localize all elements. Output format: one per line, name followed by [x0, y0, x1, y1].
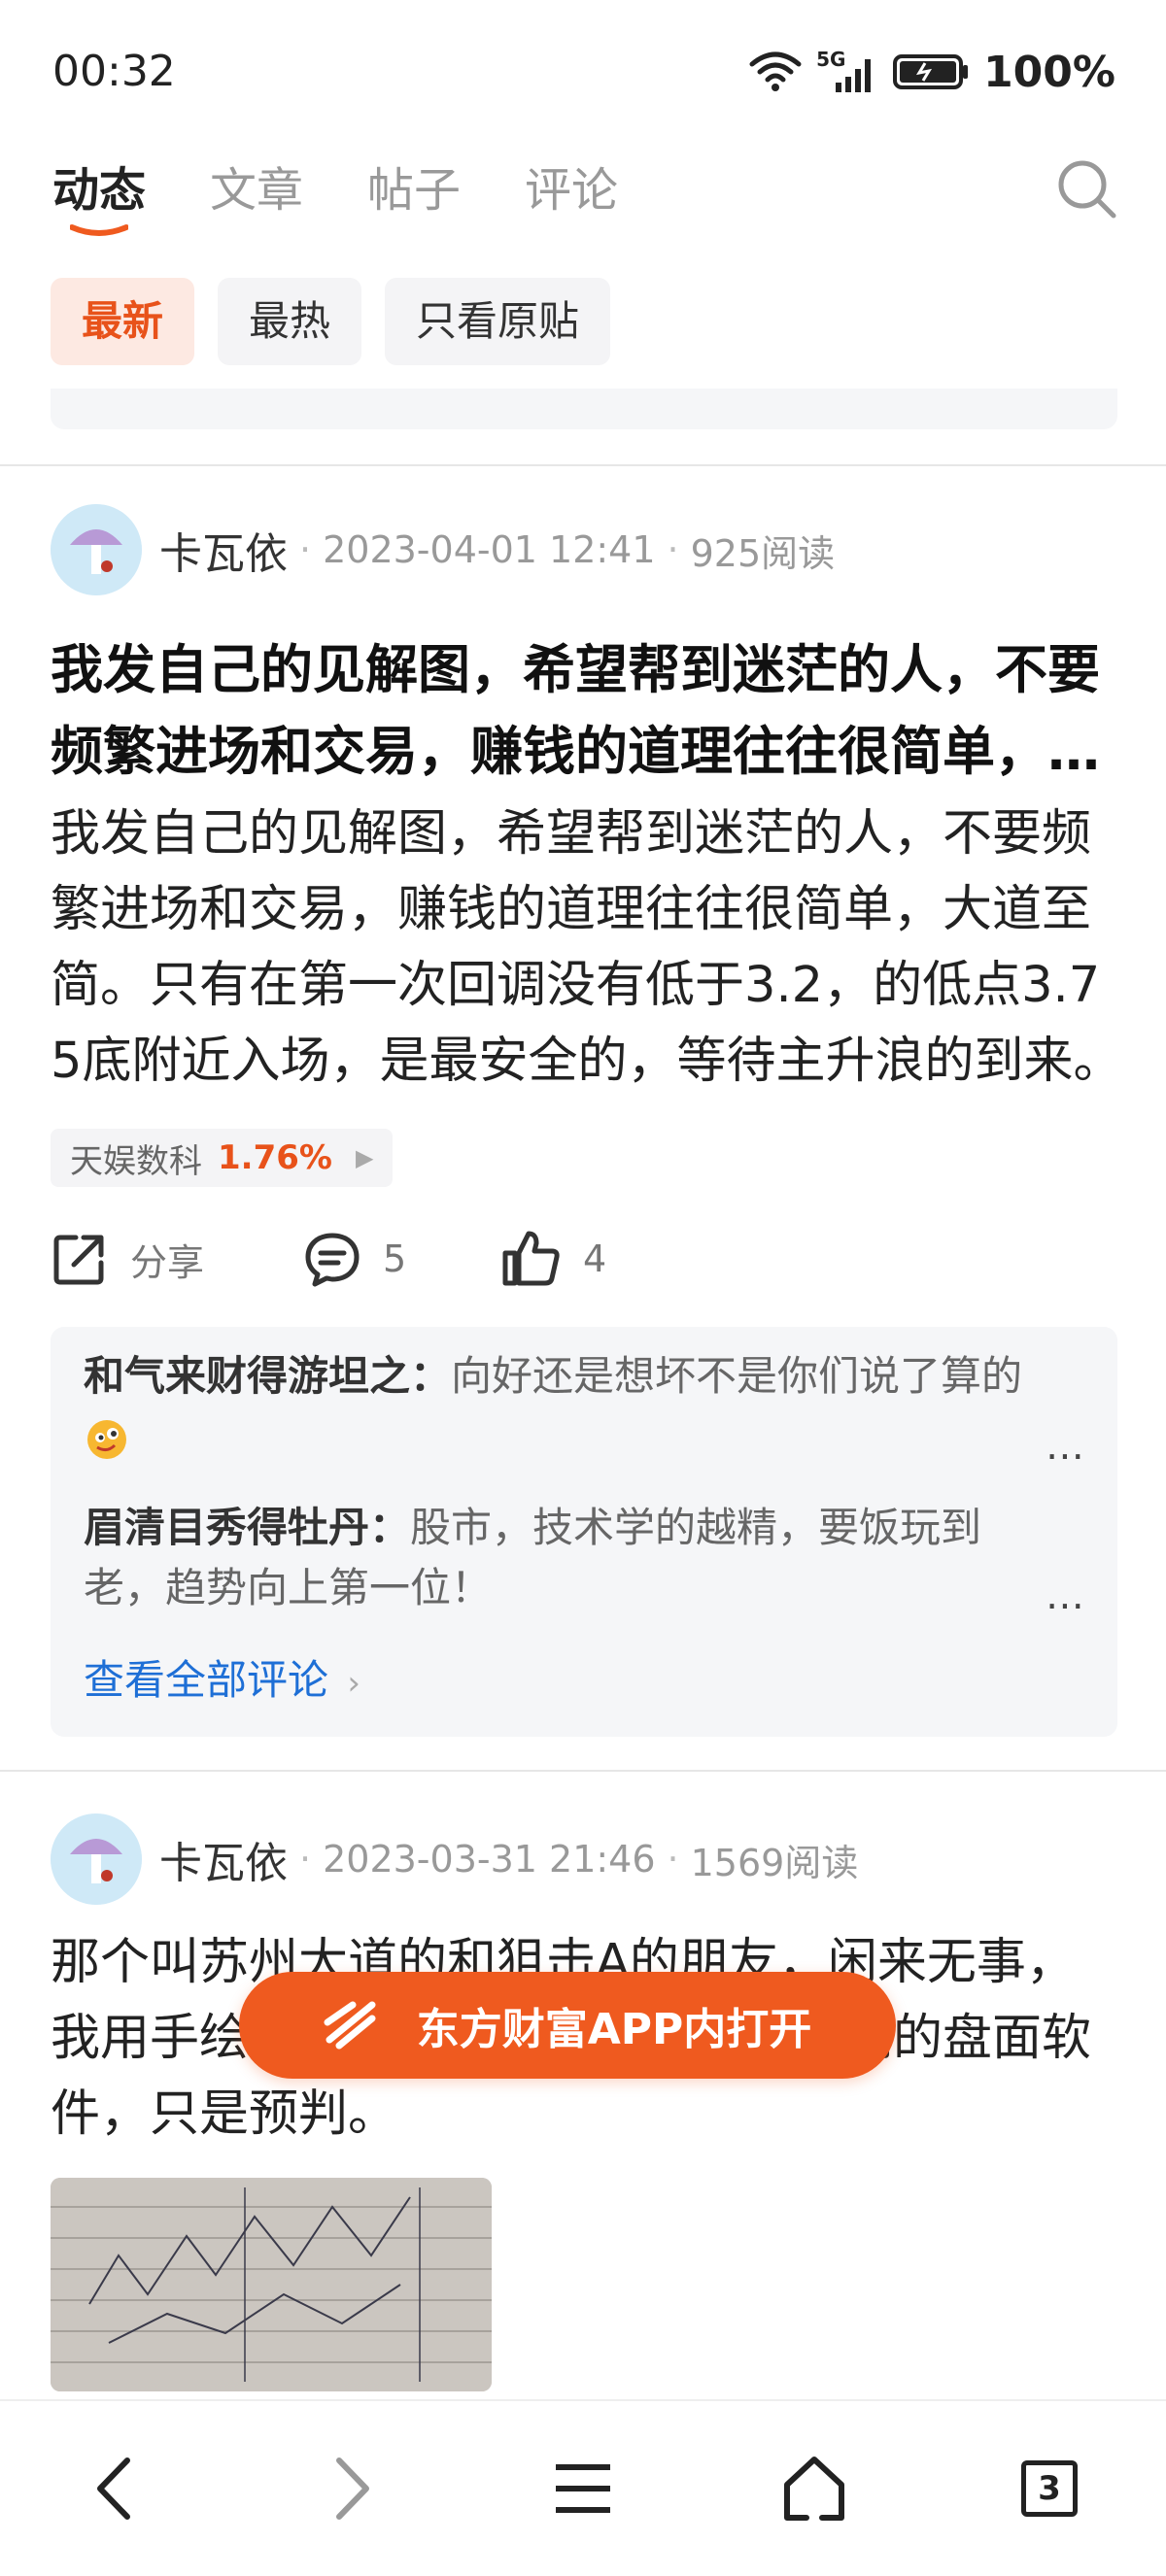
tab-label: 评论	[525, 163, 619, 218]
separator: ·	[667, 1838, 679, 1881]
share-label: 分享	[130, 1240, 205, 1284]
menu-icon	[556, 2464, 610, 2513]
tabs-icon: 3	[1021, 2460, 1078, 2517]
status-icons: 5G 100%	[748, 45, 1115, 99]
share-icon	[53, 1235, 104, 1285]
filter-chips: 最新 最热 只看原贴	[51, 278, 611, 365]
view-all-comments-link[interactable]: 查看全部评论 ›	[84, 1647, 360, 1707]
open-in-app-label: 东方财富APP内打开	[416, 2005, 812, 2054]
signal-icon: 5G	[816, 48, 878, 96]
app-logo-icon	[324, 2001, 376, 2050]
comment-item[interactable]: 眉清目秀得牡丹：股市，技术学的越精，要饭玩到老，趋势向上第一位！	[84, 1498, 1055, 1618]
back-button[interactable]	[76, 2450, 154, 2527]
like-count: 4	[583, 1237, 607, 1280]
post-date: 2023-03-31 21:46	[323, 1838, 656, 1881]
separator: ·	[667, 528, 679, 571]
browser-bottom-nav: 3	[0, 2399, 1166, 2576]
top-tabs: 动态 文章 帖子 评论	[52, 152, 682, 236]
post-title[interactable]: 我发自己的见解图，希望帮到迷茫的人，不要频繁进场和交易，赚钱的道理往往很简单，大…	[51, 629, 1119, 793]
stock-change: 1.76%	[218, 1138, 332, 1177]
divider	[0, 1770, 1166, 1772]
previous-card-remnant	[51, 389, 1117, 429]
filter-hottest[interactable]: 最热	[218, 278, 362, 365]
tab-articles[interactable]: 文章	[210, 152, 303, 229]
thumbs-up-icon	[502, 1231, 560, 1286]
author-name[interactable]: 卡瓦依	[159, 1828, 288, 1890]
tab-count: 3	[1038, 2469, 1061, 2508]
tab-posts[interactable]: 帖子	[367, 152, 461, 229]
smiley-emoji-icon	[87, 1419, 126, 1459]
commenter-name: 和气来财得游坦之：	[84, 1352, 452, 1400]
comments-preview: 和气来财得游坦之：向好还是想坏不是你们说了算的 ⋯ 眉清目秀得牡丹：股市，技术学…	[51, 1327, 1117, 1737]
post-body[interactable]: 我发自己的见解图，希望帮到迷茫的人，不要频繁进场和交易，赚钱的道理往往很简单，大…	[51, 797, 1123, 1100]
post-date: 2023-04-01 12:41	[323, 528, 656, 571]
read-count: 925阅读	[690, 531, 836, 575]
tabs-button[interactable]: 3	[1011, 2450, 1088, 2527]
read-count: 1569阅读	[690, 1841, 859, 1884]
tab-dynamic[interactable]: 动态	[52, 152, 147, 236]
hand-drawn-chart-image[interactable]	[51, 2178, 492, 2391]
status-bar: 00:32 5G 100%	[0, 0, 1166, 146]
filter-original-only[interactable]: 只看原贴	[385, 278, 611, 365]
like-button[interactable]: 4	[501, 1230, 606, 1288]
more-icon[interactable]: ⋯	[1046, 1583, 1084, 1628]
forward-arrow-icon	[336, 2457, 369, 2520]
home-button[interactable]	[775, 2450, 853, 2527]
share-button[interactable]: 分享	[51, 1230, 303, 1288]
post-actions: 分享 5 4	[51, 1220, 606, 1298]
open-in-app-button[interactable]: 东方财富APP内打开	[239, 1972, 896, 2079]
home-icon	[784, 2457, 844, 2521]
comment-count: 5	[383, 1237, 407, 1280]
comment-icon	[305, 1233, 360, 1287]
separator: ·	[299, 528, 312, 571]
battery-icon	[893, 54, 969, 89]
stock-name: 天娱数科	[70, 1141, 202, 1181]
avatar[interactable]	[51, 504, 142, 595]
view-all-label: 查看全部评论	[84, 1656, 329, 1704]
tab-comments[interactable]: 评论	[525, 152, 618, 229]
active-tab-underline	[70, 224, 128, 236]
stock-tag[interactable]: 天娱数科 1.76% ▶	[51, 1129, 394, 1187]
wifi-icon	[749, 51, 802, 91]
comment-item[interactable]: 和气来财得游坦之：向好还是想坏不是你们说了算的	[84, 1346, 1055, 1467]
back-arrow-icon	[97, 2457, 130, 2520]
post-header: 卡瓦依 · 2023-03-31 21:46 · 1569阅读	[51, 1813, 858, 1906]
filter-newest[interactable]: 最新	[51, 278, 195, 365]
triangle-right-icon: ▶	[355, 1144, 374, 1171]
author-name[interactable]: 卡瓦依	[159, 519, 288, 581]
chevron-right-icon: ›	[347, 1664, 360, 1703]
status-time: 00:32	[52, 47, 176, 96]
comment-button[interactable]: 5	[303, 1230, 501, 1288]
commenter-name: 眉清目秀得牡丹：	[84, 1504, 411, 1551]
tab-label: 动态	[52, 163, 147, 218]
search-icon[interactable]	[1053, 155, 1119, 221]
tab-label: 帖子	[367, 163, 462, 218]
tab-label: 文章	[210, 163, 304, 218]
post-card[interactable]: 卡瓦依 · 2023-04-01 12:41 · 925阅读 我发自己的见解图，…	[0, 503, 1166, 1766]
avatar[interactable]	[51, 1813, 142, 1905]
more-icon[interactable]: ⋯	[1046, 1434, 1084, 1478]
post-card[interactable]: 卡瓦依 · 2023-03-31 21:46 · 1569阅读 那个叫苏州大道的…	[0, 1813, 1166, 2399]
separator: ·	[299, 1838, 312, 1881]
battery-percent: 100%	[983, 47, 1115, 97]
menu-button[interactable]	[544, 2450, 622, 2527]
divider	[0, 464, 1166, 466]
forward-button[interactable]	[313, 2450, 391, 2527]
post-header: 卡瓦依 · 2023-04-01 12:41 · 925阅读	[51, 503, 835, 596]
comment-text: 向好还是想坏不是你们说了算的	[451, 1352, 1023, 1400]
